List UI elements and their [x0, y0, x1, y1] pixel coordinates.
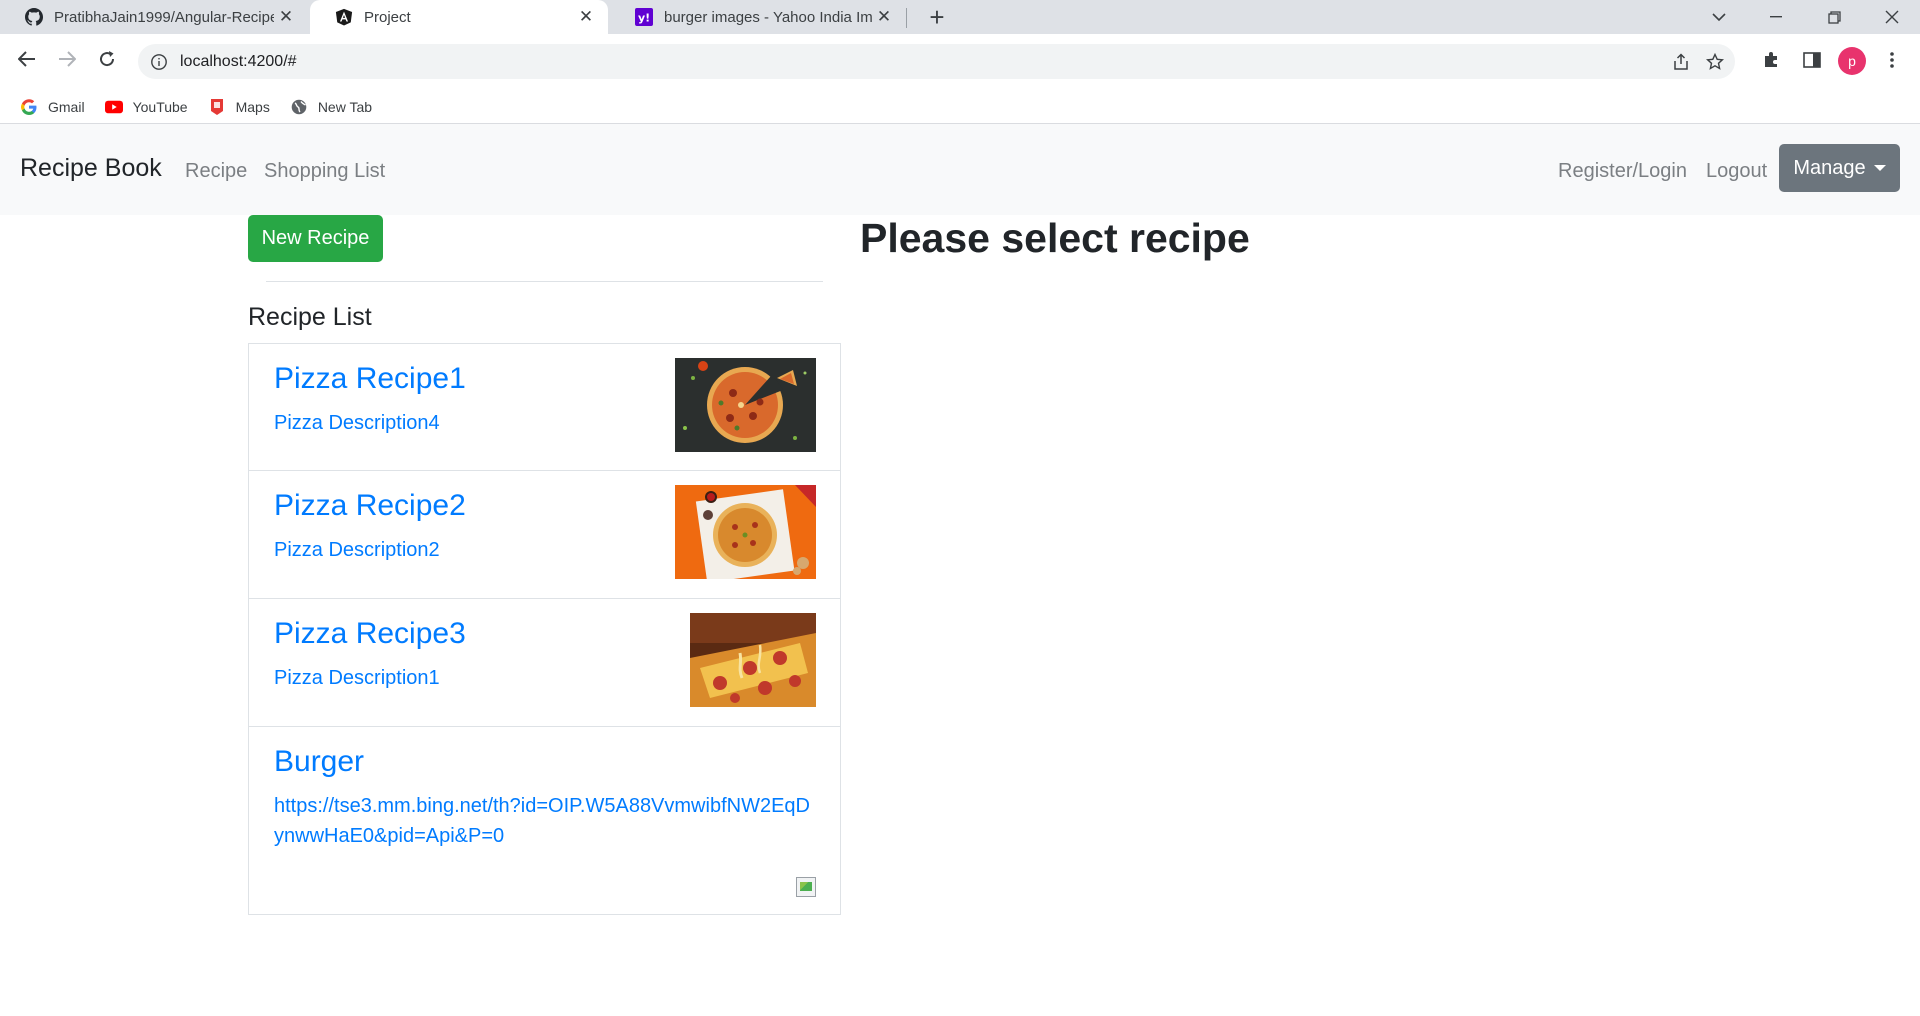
- bookmarks-bar: Gmail YouTube Maps New Tab: [0, 92, 372, 122]
- forward-arrow-icon[interactable]: [52, 44, 82, 74]
- nav-link-register-login[interactable]: Register/Login: [1558, 160, 1687, 183]
- bookmark-star-icon[interactable]: [1700, 44, 1730, 79]
- divider: [266, 281, 823, 282]
- angular-icon: [334, 7, 354, 27]
- recipe-name: Pizza Recipe2: [274, 489, 466, 522]
- screen: PratibhaJain1999/Angular-Recipe ✕ Projec…: [0, 0, 1920, 1016]
- recipe-item[interactable]: Pizza Recipe3 Pizza Description1: [248, 599, 841, 727]
- maps-icon: [208, 98, 226, 116]
- broken-image-icon: [796, 877, 816, 897]
- new-recipe-button[interactable]: New Recipe: [248, 215, 383, 262]
- nav-link-logout[interactable]: Logout: [1706, 160, 1767, 183]
- close-tab-icon[interactable]: ✕: [574, 5, 598, 29]
- recipe-name: Pizza Recipe1: [274, 362, 466, 395]
- reload-icon[interactable]: [92, 44, 122, 74]
- tab-github[interactable]: PratibhaJain1999/Angular-Recipe ✕: [0, 0, 308, 34]
- browser-tab-strip: PratibhaJain1999/Angular-Recipe ✕ Projec…: [0, 0, 1920, 34]
- tab-project[interactable]: Project ✕: [310, 0, 608, 34]
- tab-search-chevron-icon[interactable]: [1695, 0, 1743, 34]
- close-window-button[interactable]: [1868, 0, 1916, 34]
- tab-title: Project: [364, 8, 411, 26]
- minimize-button[interactable]: [1752, 0, 1800, 34]
- address-bar[interactable]: localhost:4200/#: [138, 44, 1735, 79]
- side-panel-icon[interactable]: [1796, 44, 1828, 76]
- back-arrow-icon[interactable]: [12, 44, 42, 74]
- extensions-puzzle-icon[interactable]: [1756, 44, 1788, 76]
- browser-toolbar: localhost:4200/# p Gmail YouTube Maps Ne…: [0, 34, 1920, 122]
- github-icon: [24, 7, 44, 27]
- site-info-icon[interactable]: [150, 53, 168, 71]
- close-tab-icon[interactable]: ✕: [872, 5, 896, 29]
- tab-title: burger images - Yahoo India Ima: [664, 8, 872, 26]
- manage-label: Manage: [1793, 156, 1866, 179]
- app-navbar: Recipe Book Recipe Shopping List Registe…: [0, 124, 1920, 215]
- bookmark-label: Maps: [235, 99, 270, 115]
- new-tab-button[interactable]: +: [922, 2, 952, 32]
- bookmark-gmail[interactable]: Gmail: [20, 98, 85, 116]
- recipe-item[interactable]: Pizza Recipe1 Pizza Description4: [248, 343, 841, 471]
- more-menu-icon[interactable]: [1876, 44, 1908, 76]
- bookmark-label: Gmail: [48, 99, 85, 115]
- recipe-item[interactable]: Burger https://tse3.mm.bing.net/th?id=OI…: [248, 727, 841, 915]
- recipe-image: [675, 358, 816, 452]
- bookmark-label: YouTube: [132, 99, 188, 115]
- bookmark-youtube[interactable]: YouTube: [104, 98, 188, 116]
- svg-text:y!: y!: [638, 12, 650, 25]
- tab-yahoo[interactable]: y! burger images - Yahoo India Ima ✕: [610, 0, 906, 34]
- recipe-list-heading: Recipe List: [248, 303, 372, 331]
- recipe-description: https://tse3.mm.bing.net/th?id=OIP.W5A88…: [274, 795, 810, 847]
- tab-title: PratibhaJain1999/Angular-Recipe: [54, 8, 274, 26]
- nav-link-shopping-list[interactable]: Shopping List: [264, 160, 385, 183]
- recipe-name: Pizza Recipe3: [274, 617, 466, 650]
- recipe-item[interactable]: Pizza Recipe2 Pizza Description2: [248, 471, 841, 599]
- url-text: localhost:4200/#: [180, 52, 297, 70]
- bookmark-new-tab[interactable]: New Tab: [290, 98, 372, 116]
- caret-down-icon: [1873, 165, 1886, 171]
- profile-avatar[interactable]: p: [1838, 47, 1866, 75]
- close-tab-icon[interactable]: ✕: [274, 5, 298, 29]
- brand-link[interactable]: Recipe Book: [20, 154, 162, 183]
- tab-separator: [906, 8, 907, 28]
- recipe-image: [675, 485, 816, 579]
- restore-button[interactable]: [1810, 0, 1858, 34]
- recipe-name: Burger: [274, 745, 365, 778]
- bookmark-maps[interactable]: Maps: [208, 98, 270, 116]
- recipe-list: Pizza Recipe1 Pizza Description4 Pizza R…: [248, 343, 841, 915]
- yahoo-icon: y!: [634, 7, 654, 27]
- recipe-image: [690, 613, 816, 707]
- youtube-icon: [104, 98, 123, 116]
- globe-icon: [290, 98, 308, 116]
- nav-link-recipe[interactable]: Recipe: [185, 160, 247, 183]
- manage-dropdown-button[interactable]: Manage: [1779, 144, 1900, 192]
- share-icon[interactable]: [1666, 44, 1696, 79]
- bookmark-label: New Tab: [317, 99, 373, 115]
- google-icon: [20, 98, 38, 116]
- select-recipe-message: Please select recipe: [860, 215, 1250, 261]
